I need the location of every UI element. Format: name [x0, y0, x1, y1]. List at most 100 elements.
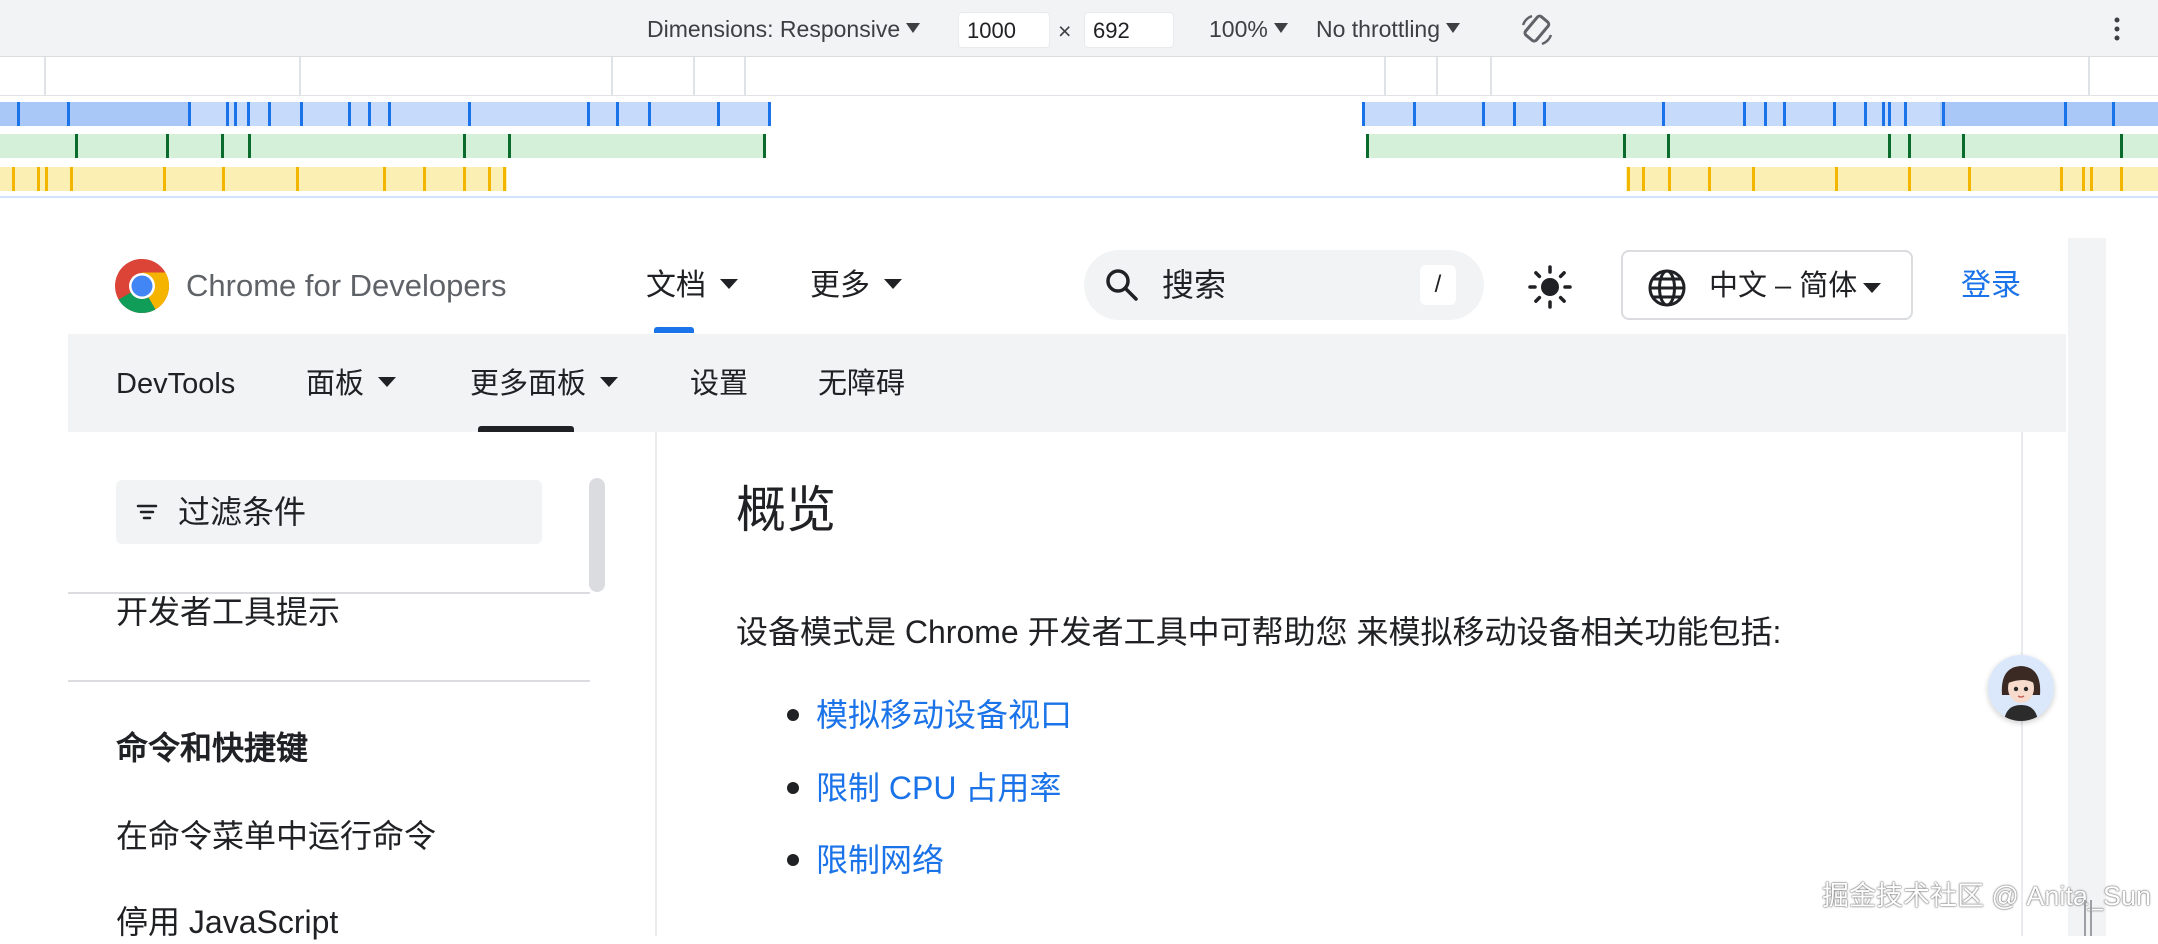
height-input[interactable]: 692: [1084, 12, 1174, 48]
track-tick[interactable]: [2082, 167, 2085, 191]
track-tick[interactable]: [1888, 102, 1891, 126]
track-tick[interactable]: [222, 167, 225, 191]
sidebar-scrollbar[interactable]: [589, 478, 605, 592]
zoom-dropdown[interactable]: 100%: [1209, 14, 1288, 44]
track-tick[interactable]: [508, 134, 511, 158]
breakpoint-marker[interactable]: [693, 57, 695, 95]
breakpoint-marker[interactable]: [1436, 57, 1438, 95]
track-tick[interactable]: [1513, 102, 1516, 126]
track-tick[interactable]: [1642, 167, 1645, 191]
track-tick[interactable]: [1962, 134, 1965, 158]
track-tick[interactable]: [1366, 134, 1369, 158]
track-tick[interactable]: [1908, 134, 1911, 158]
page-scrollbar[interactable]: [2068, 238, 2106, 936]
track-tick[interactable]: [188, 102, 191, 126]
search-box[interactable]: 搜索 /: [1084, 250, 1484, 320]
track-tick[interactable]: [388, 102, 391, 126]
track-tick[interactable]: [1662, 102, 1665, 126]
track-segment[interactable]: [0, 134, 766, 158]
track-tick[interactable]: [268, 102, 271, 126]
track-tick[interactable]: [247, 102, 250, 126]
track-tick[interactable]: [226, 102, 229, 126]
nav-more[interactable]: 更多: [810, 266, 902, 306]
track-tick[interactable]: [1904, 102, 1907, 126]
track-tick[interactable]: [768, 102, 771, 126]
track-tick[interactable]: [383, 167, 386, 191]
track-tick[interactable]: [1942, 102, 1945, 126]
track-segment[interactable]: [1940, 102, 2158, 126]
track-segment[interactable]: [0, 102, 190, 126]
track-tick[interactable]: [1882, 102, 1885, 126]
track-tick[interactable]: [1543, 102, 1546, 126]
sidebar-section-commands[interactable]: 命令和快捷键: [116, 726, 308, 770]
track-tick[interactable]: [234, 102, 237, 126]
sidebar-item-devtools-tips[interactable]: 开发者工具提示: [116, 590, 340, 634]
track-tick[interactable]: [1708, 167, 1711, 191]
width-input[interactable]: 1000: [958, 12, 1050, 48]
sidebar-item-run-commands[interactable]: 在命令菜单中运行命令: [116, 814, 436, 858]
track-tick[interactable]: [1623, 134, 1626, 158]
breakpoint-marker[interactable]: [1490, 57, 1492, 95]
track-tick[interactable]: [166, 134, 169, 158]
track-tick[interactable]: [300, 102, 303, 126]
track-tick[interactable]: [248, 134, 251, 158]
login-link[interactable]: 登录: [1961, 266, 2021, 306]
subnav-panels[interactable]: 面板: [306, 364, 397, 404]
rotate-icon[interactable]: [1518, 11, 1556, 49]
subnav-more-panels[interactable]: 更多面板: [470, 364, 619, 404]
track-tick[interactable]: [2120, 134, 2123, 158]
breakpoint-marker[interactable]: [611, 57, 613, 95]
track-segment[interactable]: [1362, 102, 1940, 126]
track-tick[interactable]: [2064, 102, 2067, 126]
nav-docs[interactable]: 文档: [646, 266, 738, 306]
filter-box[interactable]: 过滤条件: [116, 480, 542, 544]
subnav-devtools[interactable]: DevTools: [116, 364, 235, 404]
track-tick[interactable]: [2060, 167, 2063, 191]
resize-handle[interactable]: [2084, 900, 2092, 936]
track-tick[interactable]: [488, 167, 491, 191]
track-tick[interactable]: [1764, 102, 1767, 126]
link-throttle-cpu[interactable]: 限制 CPU 占用率: [816, 766, 1061, 810]
track-tick[interactable]: [463, 167, 466, 191]
track-tick[interactable]: [587, 102, 590, 126]
track-tick[interactable]: [348, 102, 351, 126]
track-tick[interactable]: [1833, 102, 1836, 126]
track-tick[interactable]: [2112, 102, 2115, 126]
track-tick[interactable]: [1908, 167, 1911, 191]
subnav-settings[interactable]: 设置: [690, 364, 748, 404]
track-tick[interactable]: [1888, 134, 1891, 158]
assistant-avatar[interactable]: [1988, 655, 2054, 721]
track-tick[interactable]: [2090, 167, 2093, 191]
track-tick[interactable]: [12, 167, 15, 191]
site-name[interactable]: Chrome for Developers: [186, 266, 506, 306]
track-tick[interactable]: [616, 102, 619, 126]
track-tick[interactable]: [1835, 167, 1838, 191]
track-tick[interactable]: [1413, 102, 1416, 126]
track-tick[interactable]: [37, 167, 40, 191]
track-segment[interactable]: [1626, 167, 2158, 191]
breakpoint-marker[interactable]: [1384, 57, 1386, 95]
throttling-dropdown[interactable]: No throttling: [1316, 14, 1461, 44]
track-tick[interactable]: [1668, 167, 1671, 191]
vertical-dots-icon[interactable]: [2112, 16, 2122, 42]
track-tick[interactable]: [221, 134, 224, 158]
track-tick[interactable]: [1968, 167, 1971, 191]
track-segment[interactable]: [1367, 134, 2158, 158]
track-tick[interactable]: [1743, 102, 1746, 126]
track-tick[interactable]: [1362, 102, 1365, 126]
track-tick[interactable]: [763, 134, 766, 158]
track-tick[interactable]: [75, 134, 78, 158]
breakpoint-marker[interactable]: [2088, 57, 2090, 95]
subnav-accessibility[interactable]: 无障碍: [818, 364, 905, 404]
track-tick[interactable]: [368, 102, 371, 126]
track-tick[interactable]: [1864, 102, 1867, 126]
track-tick[interactable]: [648, 102, 651, 126]
track-tick[interactable]: [1482, 102, 1485, 126]
track-tick[interactable]: [67, 102, 70, 126]
track-tick[interactable]: [163, 167, 166, 191]
chrome-logo-icon[interactable]: [114, 258, 170, 314]
track-tick[interactable]: [1627, 167, 1630, 191]
breakpoint-marker[interactable]: [299, 57, 301, 95]
filter-input[interactable]: 过滤条件: [178, 490, 306, 534]
sidebar-item-disable-javascript[interactable]: 停用 JavaScript: [116, 900, 338, 944]
